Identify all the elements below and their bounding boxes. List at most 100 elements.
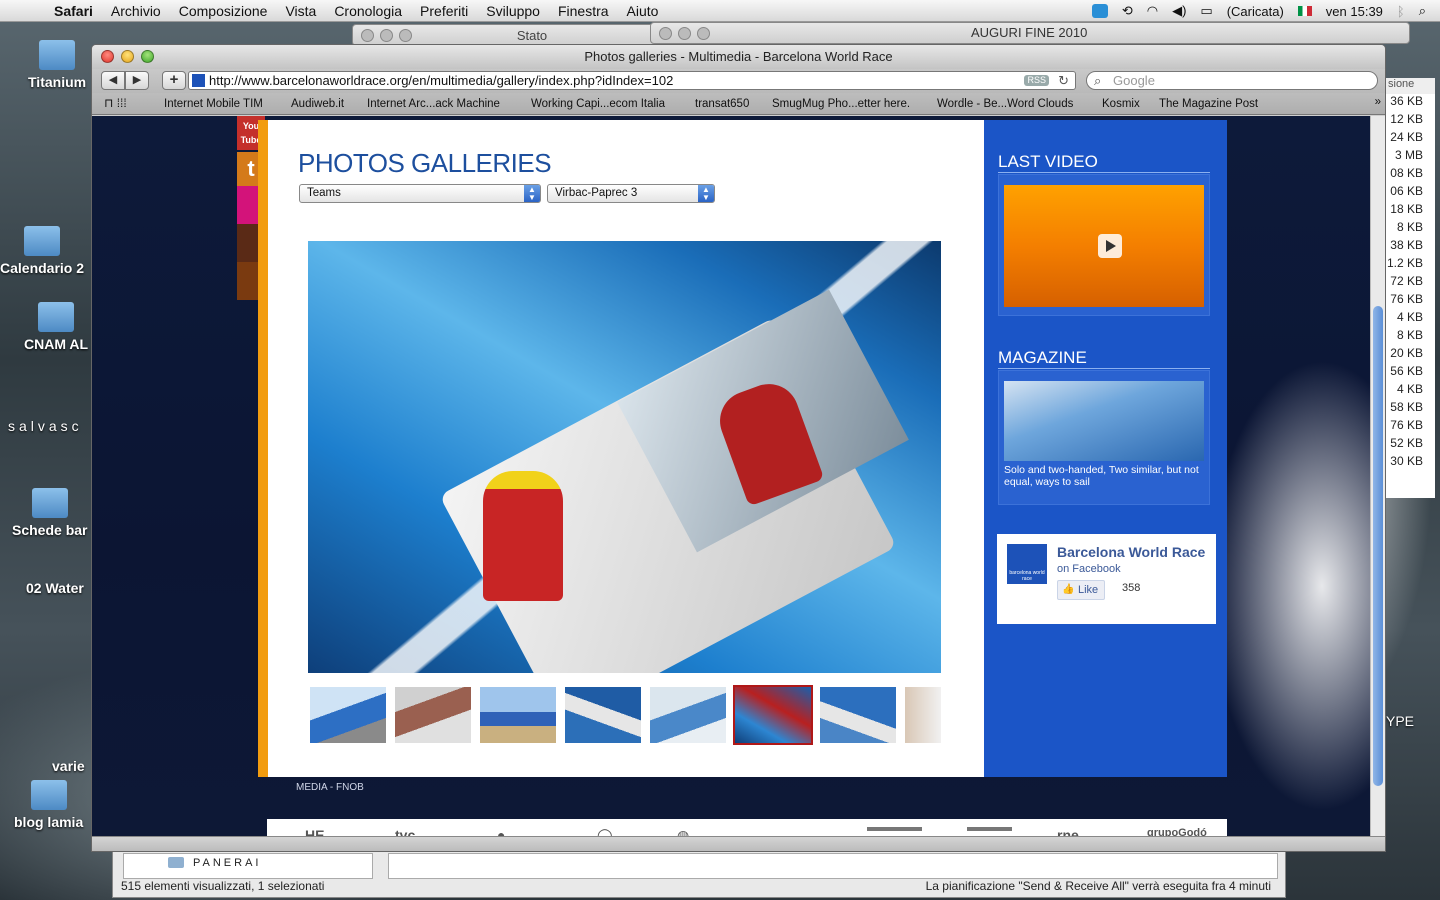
bookmark-item[interactable]: Working Capi...ecom Italia <box>531 98 665 110</box>
menu-composizione[interactable]: Composizione <box>179 3 268 19</box>
menu-finestra[interactable]: Finestra <box>558 3 609 19</box>
clock[interactable]: ven 15:39 <box>1326 4 1383 19</box>
sponsor-logo[interactable]: ● <box>497 827 505 836</box>
size-cell: 52 KB <box>1390 436 1423 450</box>
gallery-thumbnail[interactable] <box>480 687 556 743</box>
select-arrows-icon: ▲ ▼ <box>524 185 540 202</box>
bookmark-item[interactable]: transat650 <box>695 98 749 110</box>
team-select[interactable]: Virbac-Paprec 3 ▲ ▼ <box>547 184 715 203</box>
bookmark-item[interactable]: Wordle - Be...Word Clouds <box>937 98 1073 110</box>
size-cell: 58 KB <box>1390 400 1423 414</box>
desktop-icon-cnam[interactable]: CNAM AL <box>24 302 88 352</box>
bookmark-item[interactable]: Kosmix <box>1102 98 1140 110</box>
menu-aiuto[interactable]: Aiuto <box>627 3 659 19</box>
rss-button[interactable]: RSS <box>1024 75 1049 86</box>
bookmark-item[interactable]: The Magazine Post <box>1159 98 1258 110</box>
bookmark-item[interactable]: Audiweb.it <box>291 98 344 110</box>
mail-status: La pianificazione "Send & Receive All" v… <box>925 879 1271 893</box>
scrollbar-thumb[interactable] <box>1373 306 1383 786</box>
sponsor-logo[interactable] <box>967 827 1012 831</box>
desktop-icon-varie[interactable]: varie <box>52 758 85 774</box>
magazine-caption[interactable]: Solo and two-handed, Two similar, but no… <box>1004 464 1208 488</box>
size-cell: 36 KB <box>1390 94 1423 108</box>
page-scrollbar[interactable] <box>1370 116 1385 836</box>
magazine-image[interactable] <box>1004 381 1204 461</box>
url-text: http://www.barcelonaworldrace.org/en/mul… <box>209 73 674 88</box>
sponsor-logo[interactable] <box>867 827 922 831</box>
window-titlebar[interactable]: Photos galleries - Multimedia - Barcelon… <box>92 45 1385 69</box>
menu-app-name[interactable]: Safari <box>54 3 93 19</box>
desktop-icon-water[interactable]: 02 Water <box>26 580 84 596</box>
menu-vista[interactable]: Vista <box>285 3 316 19</box>
site-favicon-icon <box>192 74 205 87</box>
gallery-panel: PHOTOS GALLERIES Teams ▲ ▼ Virbac-Paprec … <box>258 120 984 777</box>
sponsor-logo[interactable]: tvc <box>395 827 415 836</box>
bookmark-item[interactable]: SmugMug Pho...etter here. <box>772 98 910 110</box>
spotlight-icon[interactable]: ⌕ <box>1419 3 1426 19</box>
bookmark-item[interactable]: Internet Mobile TIM <box>164 98 263 110</box>
bookmarks-bar: ⊓ ⁞⁞⁞ Internet Mobile TIM Audiweb.it Int… <box>92 93 1385 115</box>
right-sidebar: LAST VIDEO MAGAZINE Solo and two-handed,… <box>984 120 1227 777</box>
sponsor-logo[interactable]: ◯ <box>597 827 613 836</box>
gallery-thumbnail[interactable] <box>820 687 896 743</box>
menu-preferiti[interactable]: Preferiti <box>420 3 468 19</box>
facebook-page-name[interactable]: Barcelona World Race on Facebook <box>1057 545 1207 577</box>
time-machine-icon[interactable]: ⟲ <box>1122 3 1133 19</box>
bluetooth-icon[interactable]: ᛒ <box>1397 4 1405 19</box>
photo-sailor <box>483 471 563 601</box>
play-icon[interactable] <box>1098 234 1122 258</box>
italian-flag-icon[interactable] <box>1297 6 1312 16</box>
window-title: Photos galleries - Multimedia - Barcelon… <box>584 49 893 64</box>
size-cell: 12 KB <box>1390 112 1423 126</box>
background-window-auguri[interactable]: AUGURI FINE 2010 <box>650 22 1410 44</box>
finder-folder-label[interactable]: PANERAI <box>193 857 261 869</box>
desktop-icon-schede[interactable]: Schede bar <box>12 488 87 538</box>
battery-icon[interactable]: ▭ <box>1200 3 1212 19</box>
back-button[interactable]: ◀ <box>101 71 125 90</box>
web-page: You Tube t PHOTOS GALLERIES Teams ▲ ▼ Vir… <box>92 116 1372 836</box>
sponsor-logo[interactable]: grupoGodó <box>1147 827 1207 836</box>
gallery-main-photo[interactable] <box>308 241 941 673</box>
menu-cronologia[interactable]: Cronologia <box>334 3 402 19</box>
desktop-icon-salvasc[interactable]: salvasc <box>8 418 83 434</box>
skype-icon[interactable] <box>1091 4 1108 18</box>
menu-sviluppo[interactable]: Sviluppo <box>486 3 540 19</box>
size-cell: 1.2 KB <box>1386 256 1423 270</box>
sponsor-logo[interactable]: ◍ <box>677 827 689 836</box>
bookmarks-book-icon[interactable]: ⊓ ⁞⁞⁞ <box>104 96 127 110</box>
desktop-icon-titanium[interactable]: Titanium <box>28 40 86 90</box>
gallery-thumbnail[interactable] <box>905 687 941 743</box>
facebook-page-title[interactable]: Barcelona World Race <box>1057 544 1205 560</box>
add-bookmark-button[interactable]: + <box>162 71 186 90</box>
volume-icon[interactable]: ◀) <box>1172 3 1186 19</box>
barcelona-world-race-logo[interactable]: barcelona world race <box>1007 544 1047 584</box>
gallery-thumbnail[interactable] <box>310 687 386 743</box>
category-select[interactable]: Teams ▲ ▼ <box>299 184 541 203</box>
gallery-thumbnail[interactable] <box>650 687 726 743</box>
desktop-icon-blog[interactable]: blog lamia <box>14 780 83 830</box>
bookmarks-overflow-icon[interactable]: » <box>1375 96 1381 108</box>
apple-menu-icon[interactable] <box>20 3 40 19</box>
reload-icon[interactable]: ↻ <box>1058 72 1069 89</box>
last-video-heading: LAST VIDEO <box>998 152 1098 171</box>
footer-links[interactable]: MEDIA - FNOB <box>296 782 364 793</box>
gallery-thumbnail[interactable] <box>395 687 471 743</box>
sponsor-logo[interactable]: HE <box>305 827 324 836</box>
background-window-finder[interactable]: PANERAI 515 elementi visualizzati, 1 sel… <box>112 848 1286 898</box>
search-field[interactable]: ⌕ Google <box>1086 71 1378 90</box>
forward-button[interactable]: ▶ <box>125 71 149 90</box>
gallery-thumbnail-active[interactable] <box>733 685 813 745</box>
size-cell: 20 KB <box>1390 346 1423 360</box>
size-cell: 3 MB <box>1394 148 1423 162</box>
mail-message-area[interactable] <box>388 853 1278 879</box>
desktop-icon-calendario[interactable]: Calendario 2 <box>0 226 84 276</box>
menu-archivio[interactable]: Archivio <box>111 3 161 19</box>
facebook-like-button[interactable]: Like <box>1057 580 1106 600</box>
last-video-thumbnail[interactable] <box>1004 185 1204 307</box>
size-cell: 56 KB <box>1390 364 1423 378</box>
address-bar[interactable]: http://www.barcelonaworldrace.org/en/mul… <box>188 71 1076 90</box>
wifi-icon[interactable]: ◠ <box>1147 3 1158 19</box>
bookmark-item[interactable]: Internet Arc...ack Machine <box>367 98 500 110</box>
gallery-thumbnail[interactable] <box>565 687 641 743</box>
sponsor-logo[interactable]: rne <box>1057 827 1079 836</box>
